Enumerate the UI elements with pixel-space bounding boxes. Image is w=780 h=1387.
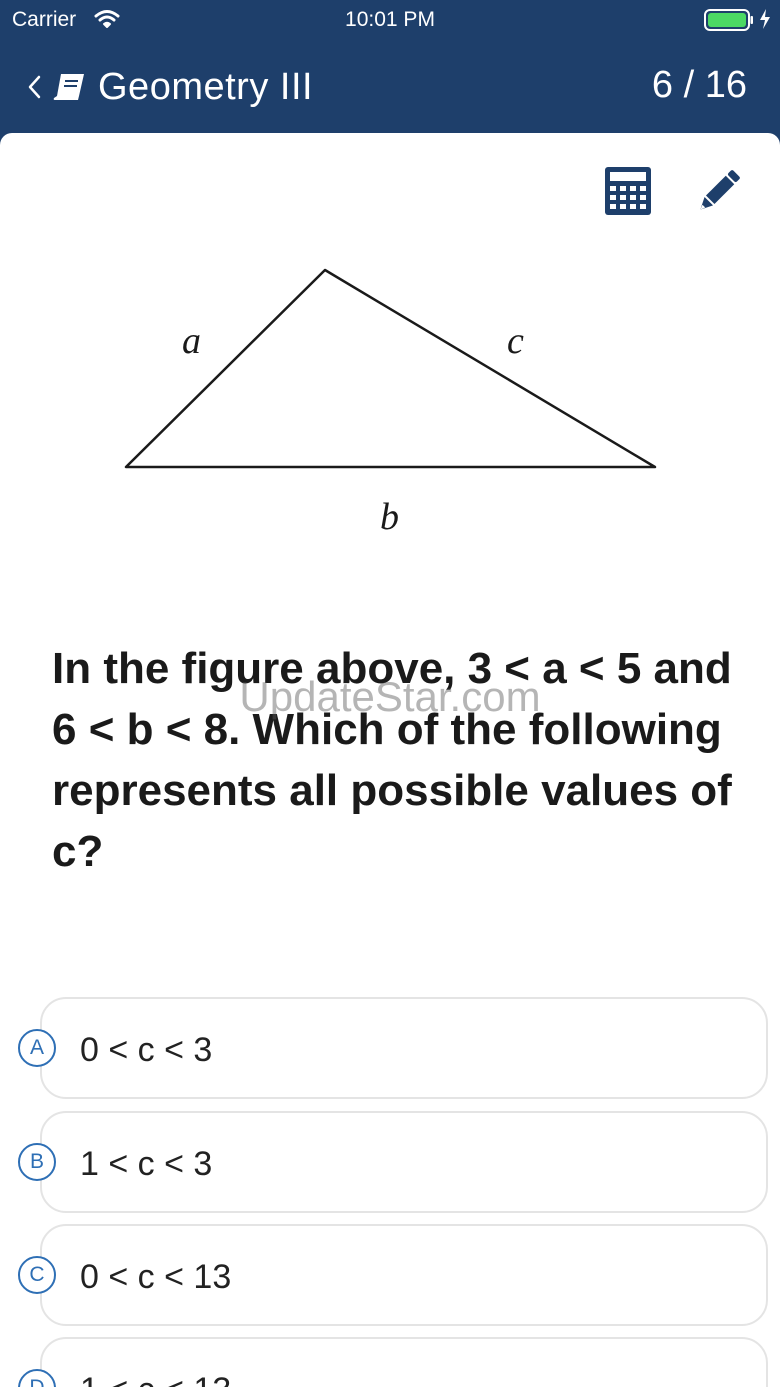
nav-bar: Geometry III 6 / 16: [0, 40, 780, 133]
calculator-icon[interactable]: [604, 166, 652, 216]
option-letter-badge: C: [18, 1256, 56, 1294]
question-text: In the figure above, 3 < a < 5 and 6 < b…: [52, 644, 732, 876]
answer-option-a[interactable]: A 0 < c < 3: [18, 997, 768, 1099]
option-text: 1 < c < 13: [80, 1371, 231, 1387]
question-card: a c b In the figure above, 3 < a < 5 and…: [0, 133, 780, 1387]
option-text: 0 < c < 3: [80, 1031, 213, 1069]
triangle-figure: a c b: [124, 268, 657, 538]
back-button[interactable]: Geometry III: [24, 62, 313, 112]
option-letter-badge: D: [18, 1369, 56, 1387]
answer-option-b[interactable]: B 1 < c < 3: [18, 1111, 768, 1213]
pencil-icon[interactable]: [695, 169, 741, 215]
answer-option-c[interactable]: C 0 < c < 13: [18, 1224, 768, 1326]
side-label-b: b: [380, 496, 399, 538]
nav-title: Geometry III: [98, 65, 314, 108]
option-text: 1 < c < 3: [80, 1145, 213, 1183]
option-letter-badge: B: [18, 1143, 56, 1181]
status-bar: Carrier 10:01 PM: [0, 0, 780, 40]
question-progress: 6 / 16: [651, 64, 747, 106]
bolt-icon: [760, 9, 770, 29]
book-icon: [53, 74, 84, 100]
option-text: 0 < c < 13: [80, 1258, 232, 1296]
side-label-a: a: [182, 320, 201, 362]
side-label-c: c: [507, 320, 524, 362]
triangle-shape: [124, 268, 657, 469]
clock: 10:01 PM: [345, 8, 435, 31]
battery-icon: [704, 9, 753, 31]
answer-option-d[interactable]: D 1 < c < 13: [18, 1337, 768, 1387]
chevron-left-icon: [28, 75, 41, 99]
option-letter-badge: A: [18, 1029, 56, 1067]
